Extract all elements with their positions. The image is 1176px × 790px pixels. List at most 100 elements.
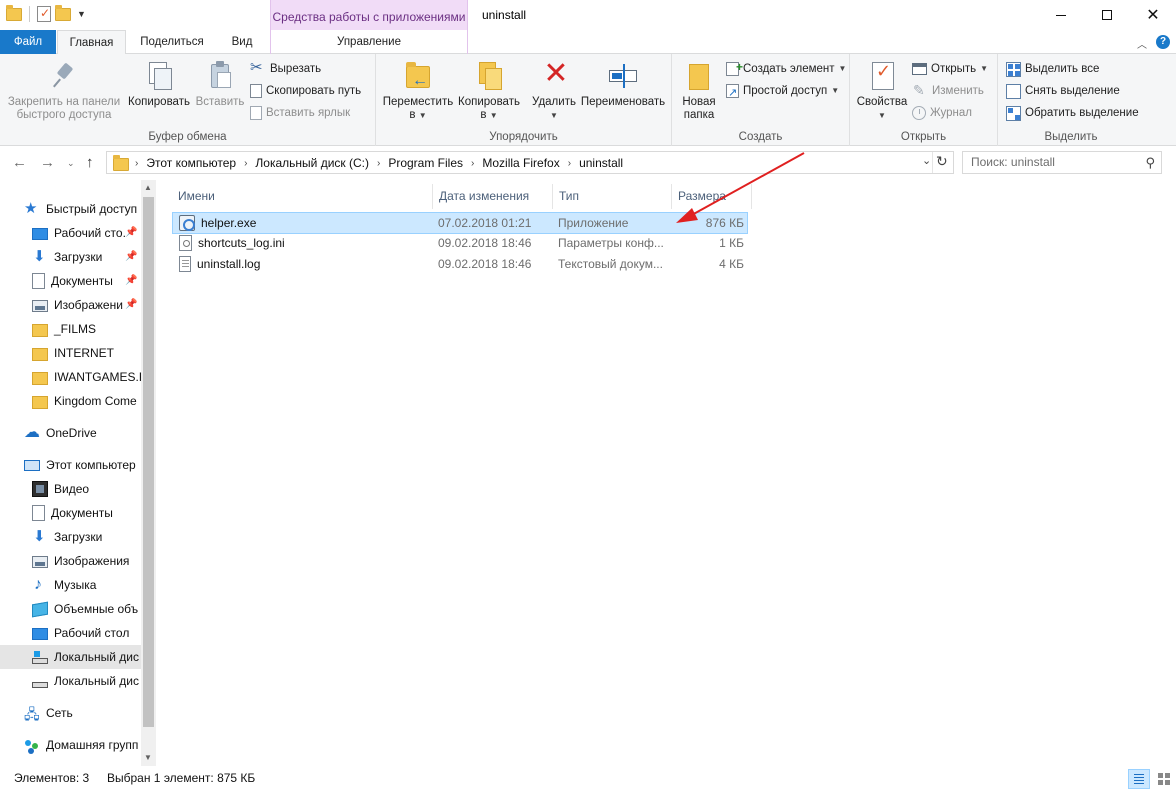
file-row-shortcuts-log[interactable]: shortcuts_log.ini 09.02.2018 18:46 Парам… [172, 233, 748, 255]
forward-button[interactable]: → [40, 154, 55, 171]
collapse-ribbon-icon[interactable]: ︿ [1137, 36, 1147, 51]
copy-path-label: Скопировать путь [266, 85, 362, 97]
nav-this-pc[interactable]: Этот компьютер [8, 453, 136, 477]
breadcrumb-local-disk[interactable]: Локальный диск (C:) [255, 156, 369, 170]
cut-button[interactable]: Вырезать [250, 58, 321, 79]
select-all-button[interactable]: Выделить все [1006, 59, 1099, 79]
pin-quick-access-button[interactable]: Закрепить на панели быстрого доступа [4, 60, 124, 122]
new-item-button[interactable]: Создать элемент ▼ [726, 57, 846, 79]
nav-item-documents[interactable]: Документы [32, 269, 113, 293]
nav-item-pictures[interactable]: Изображени [32, 293, 123, 317]
details-view-icon[interactable] [1128, 769, 1150, 789]
file-row-helper-exe[interactable]: helper.exe 07.02.2018 01:21 Приложение 8… [172, 212, 748, 234]
help-icon[interactable]: ? [1156, 35, 1170, 49]
selection-info: Выбран 1 элемент: 875 КБ [107, 771, 256, 785]
nav-item-desktop[interactable]: Рабочий сто. [32, 221, 126, 245]
breadcrumb-separator-icon[interactable]: › [568, 158, 571, 169]
history-button[interactable]: Журнал [912, 103, 972, 123]
breadcrumb-separator-icon[interactable]: › [244, 158, 247, 169]
copy-button[interactable]: Копировать [124, 60, 194, 109]
folder-icon [32, 348, 48, 361]
breadcrumb-mozilla-firefox[interactable]: Mozilla Firefox [482, 156, 559, 170]
customize-toolbar-icon[interactable]: ▼ [77, 9, 86, 19]
properties-icon[interactable] [37, 6, 51, 22]
nav-network[interactable]: Сеть [8, 701, 73, 726]
easy-access-button[interactable]: Простой доступ ▼ [726, 81, 839, 103]
nav-item-pictures[interactable]: Изображения [32, 549, 129, 573]
nav-item-documents[interactable]: Документы [32, 501, 113, 525]
scroll-down-icon[interactable]: ▼ [144, 753, 152, 762]
move-to-button[interactable]: ← Переместить в ▼ [380, 60, 456, 122]
rename-button[interactable]: Переименовать [578, 60, 668, 109]
breadcrumb-separator-icon[interactable]: › [377, 158, 380, 169]
nav-item-downloads[interactable]: Загрузки [32, 245, 102, 269]
breadcrumb-separator-icon[interactable]: › [471, 158, 474, 169]
tab-file[interactable]: Файл [0, 30, 56, 54]
search-icon[interactable]: ⚲ [1145, 152, 1155, 173]
close-button[interactable]: ✕ [1130, 0, 1176, 30]
nav-item-local-disk-c[interactable]: Локальный дис [0, 645, 141, 669]
refresh-icon[interactable]: ↻ [936, 153, 948, 170]
nav-homegroup[interactable]: Домашняя групп [8, 733, 138, 757]
select-group-label: Выделить [1044, 131, 1098, 143]
column-header-size[interactable]: Размера [672, 184, 752, 209]
text-file-icon [179, 256, 191, 272]
file-row-uninstall-log[interactable]: uninstall.log 09.02.2018 18:46 Текстовый… [172, 254, 748, 276]
open-button[interactable]: Открыть ▼ [912, 59, 988, 79]
navigation-pane: Быстрый доступ Рабочий сто. 📌 Загрузки 📌… [0, 180, 156, 766]
address-bar[interactable]: › Этот компьютер › Локальный диск (C:) ›… [106, 151, 954, 174]
tab-manage[interactable]: Управление [270, 30, 468, 54]
copy-to-button[interactable]: Копировать в ▼ [454, 60, 524, 122]
nav-pane-scrollbar[interactable]: ▲ ▼ [141, 180, 156, 766]
properties-button[interactable]: Свойства▼ [854, 60, 910, 122]
tab-home[interactable]: Главная [57, 30, 126, 55]
breadcrumb: › Этот компьютер › Локальный диск (C:) ›… [113, 155, 623, 171]
breadcrumb-uninstall[interactable]: uninstall [579, 156, 623, 170]
breadcrumb-program-files[interactable]: Program Files [388, 156, 463, 170]
tab-share[interactable]: Поделиться [130, 30, 214, 54]
recent-locations-button[interactable]: ⌄ [67, 158, 75, 169]
clipboard-group: Закрепить на панели быстрого доступа Коп… [0, 54, 376, 146]
nav-item-iwantgames[interactable]: IWANTGAMES.R [32, 365, 148, 389]
new-folder-button[interactable]: Новая папка [676, 60, 722, 122]
invert-selection-icon [1006, 105, 1021, 121]
paste-shortcut-button[interactable]: Вставить ярлык [250, 103, 350, 123]
history-icon [912, 106, 926, 120]
minimize-button[interactable] [1038, 0, 1084, 30]
nav-quick-access[interactable]: Быстрый доступ [8, 197, 137, 221]
organize-group: ← Переместить в ▼ Копировать в ▼ ✕ Удали… [376, 54, 672, 146]
column-header-type[interactable]: Тип [553, 184, 672, 209]
copy-path-button[interactable]: Скопировать путь [250, 81, 361, 101]
back-button[interactable]: ← [12, 154, 27, 171]
paste-button[interactable]: Вставить [194, 60, 246, 109]
search-input[interactable]: Поиск: uninstall ⚲ [962, 151, 1162, 174]
nav-item-internet[interactable]: INTERNET [32, 341, 114, 365]
nav-onedrive[interactable]: OneDrive [8, 421, 97, 445]
scrollbar-thumb[interactable] [143, 197, 154, 727]
nav-item-music[interactable]: Музыка [32, 573, 96, 597]
maximize-button[interactable] [1084, 0, 1130, 30]
pin-icon [48, 60, 80, 92]
select-none-button[interactable]: Снять выделение [1006, 81, 1120, 101]
address-dropdown-icon[interactable]: ⌄ [922, 154, 931, 167]
column-header-name[interactable]: Имени [172, 184, 433, 209]
breadcrumb-this-pc[interactable]: Этот компьютер [146, 156, 236, 170]
column-header-date[interactable]: Дата изменения [433, 184, 553, 209]
nav-item-local-disk[interactable]: Локальный дис [32, 669, 139, 693]
delete-button[interactable]: ✕ Удалить ▼ [528, 58, 580, 122]
nav-item-downloads[interactable]: Загрузки [32, 525, 102, 549]
nav-item-label: Изображения [54, 554, 130, 568]
new-folder-icon[interactable] [55, 4, 71, 21]
nav-item-films[interactable]: _FILMS [32, 317, 96, 341]
nav-item-kingdom-come[interactable]: Kingdom Come [32, 389, 137, 413]
scroll-up-icon[interactable]: ▲ [144, 183, 152, 192]
up-button[interactable]: ↑ [86, 154, 94, 171]
large-icons-view-icon[interactable] [1154, 769, 1174, 789]
nav-item-3d-objects[interactable]: Объемные объ [32, 597, 138, 621]
tab-view[interactable]: Вид [222, 30, 262, 54]
edit-button[interactable]: Изменить [912, 80, 984, 101]
nav-item-desktop[interactable]: Рабочий стол [32, 621, 129, 645]
nav-item-videos[interactable]: Видео [32, 477, 89, 501]
invert-selection-button[interactable]: Обратить выделение [1006, 103, 1139, 123]
folder-icon [32, 324, 48, 337]
